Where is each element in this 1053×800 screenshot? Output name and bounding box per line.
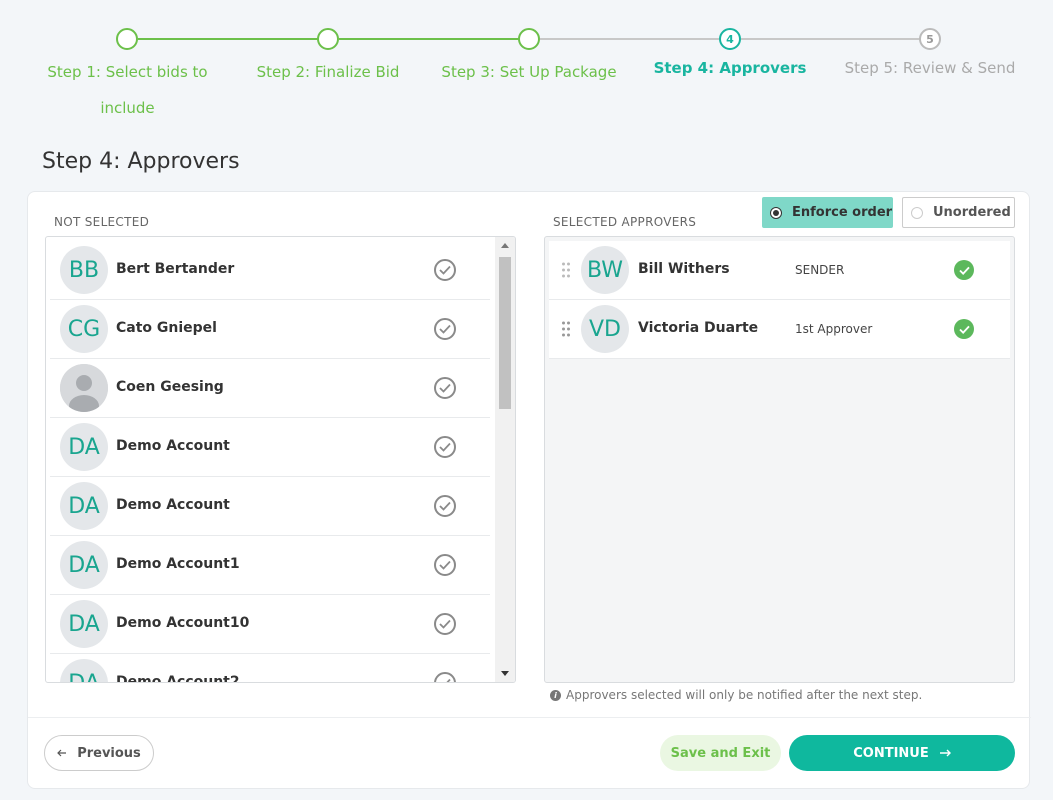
user-name: Demo Account10	[116, 615, 250, 631]
user-name: Demo Account	[116, 438, 230, 454]
footer-divider	[28, 717, 1031, 718]
check-circle-icon[interactable]	[434, 613, 456, 635]
avatar: VD	[581, 305, 629, 353]
list-item[interactable]: DA Demo Account10	[50, 595, 490, 654]
scroll-down-icon	[501, 671, 509, 676]
step-1-indicator[interactable]	[116, 28, 138, 50]
enforce-order-label: Enforce order	[792, 205, 893, 220]
list-item[interactable]: CG Cato Gniepel	[50, 300, 490, 359]
scrollbar[interactable]	[495, 237, 515, 682]
step-2-label[interactable]: Step 2: Finalize Bid	[243, 54, 413, 90]
person-silhouette-icon	[60, 364, 108, 412]
list-item[interactable]: VD Victoria Duarte 1st Approver	[549, 300, 1010, 359]
avatar: CG	[60, 305, 108, 353]
not-selected-list[interactable]: BB Bert Bertander CG Cato Gniepel Coen G…	[45, 236, 516, 683]
step-connector	[540, 38, 719, 40]
avatar: BW	[581, 246, 629, 294]
check-circle-icon[interactable]	[434, 377, 456, 399]
step-3-label[interactable]: Step 3: Set Up Package	[434, 54, 624, 90]
info-icon: i	[550, 689, 561, 701]
user-name: Victoria Duarte	[638, 320, 759, 336]
avatar-photo	[60, 364, 108, 412]
step-4-label: Step 4: Approvers	[653, 59, 807, 77]
scroll-up-icon	[501, 243, 509, 248]
step-connector	[138, 38, 318, 40]
approver-role: 1st Approver	[795, 322, 873, 336]
list-item[interactable]: Coen Geesing	[50, 359, 490, 418]
check-filled-icon[interactable]	[954, 260, 974, 280]
list-item[interactable]: BB Bert Bertander	[50, 241, 490, 300]
avatar: DA	[60, 600, 108, 648]
previous-label: Previous	[77, 745, 141, 761]
check-circle-icon[interactable]	[434, 495, 456, 517]
check-circle-icon[interactable]	[434, 672, 456, 682]
list-item[interactable]: DA Demo Account	[50, 477, 490, 536]
user-name: Bill Withers	[638, 261, 730, 277]
list-item[interactable]: DA Demo Account	[50, 418, 490, 477]
step-connector	[741, 38, 920, 40]
radio-empty-icon	[911, 206, 923, 219]
save-and-exit-button[interactable]: Save and Exit	[660, 735, 781, 771]
step-4-indicator: 4	[719, 28, 741, 50]
approvers-note: i Approvers selected will only be notifi…	[550, 688, 922, 702]
user-name: Cato Gniepel	[116, 320, 217, 336]
not-selected-label: NOT SELECTED	[54, 215, 150, 229]
user-name: Coen Geesing	[116, 379, 224, 395]
avatar: DA	[60, 423, 108, 471]
selected-approvers-list[interactable]: BW Bill Withers SENDER VD Victoria Duart…	[544, 236, 1015, 683]
step-5-label: Step 5: Review & Send	[844, 59, 1016, 77]
drag-handle-icon[interactable]	[561, 320, 571, 338]
arrow-right-icon	[939, 749, 951, 757]
continue-button[interactable]: CONTINUE	[789, 735, 1015, 771]
list-item[interactable]: DA Demo Account1	[50, 536, 490, 595]
enforce-order-toggle[interactable]: Enforce order	[762, 197, 893, 228]
approver-role: SENDER	[795, 263, 845, 277]
step-3-indicator[interactable]	[518, 28, 540, 50]
page-title: Step 4: Approvers	[42, 149, 240, 174]
unordered-toggle[interactable]: Unordered	[902, 197, 1015, 228]
user-name: Demo Account1	[116, 556, 240, 572]
step-connector	[339, 38, 519, 40]
step-1-label-line2: include	[100, 99, 155, 117]
list-item[interactable]: BW Bill Withers SENDER	[549, 241, 1010, 300]
avatar: BB	[60, 246, 108, 294]
arrow-left-icon	[57, 749, 67, 757]
check-circle-icon[interactable]	[434, 436, 456, 458]
check-circle-icon[interactable]	[434, 318, 456, 340]
scroll-thumb[interactable]	[499, 257, 511, 409]
step-5-indicator: 5	[919, 28, 941, 50]
user-name: Demo Account	[116, 497, 230, 513]
avatar: DA	[60, 659, 108, 682]
drag-handle-icon[interactable]	[561, 261, 571, 279]
note-text: Approvers selected will only be notified…	[566, 688, 923, 702]
avatar: DA	[60, 482, 108, 530]
continue-label: CONTINUE	[853, 745, 929, 761]
step-1-label[interactable]: Step 1: Select bids to include	[40, 54, 215, 126]
step-1-label-line1: Step 1: Select bids to	[47, 63, 208, 81]
stepper: 4 5 Step 1: Select bids to include Step …	[0, 0, 1053, 130]
user-name: Demo Account2	[116, 674, 240, 683]
unordered-label: Unordered	[933, 205, 1011, 220]
check-filled-icon[interactable]	[954, 319, 974, 339]
user-name: Bert Bertander	[116, 261, 235, 277]
list-item[interactable]: DA Demo Account2	[50, 654, 490, 683]
selected-approvers-label: SELECTED APPROVERS	[553, 215, 697, 229]
check-circle-icon[interactable]	[434, 259, 456, 281]
check-circle-icon[interactable]	[434, 554, 456, 576]
previous-button[interactable]: Previous	[44, 735, 154, 771]
step-2-indicator[interactable]	[317, 28, 339, 50]
approvers-card: NOT SELECTED SELECTED APPROVERS Enforce …	[27, 191, 1031, 789]
avatar: DA	[60, 541, 108, 589]
radio-selected-icon	[770, 206, 782, 219]
